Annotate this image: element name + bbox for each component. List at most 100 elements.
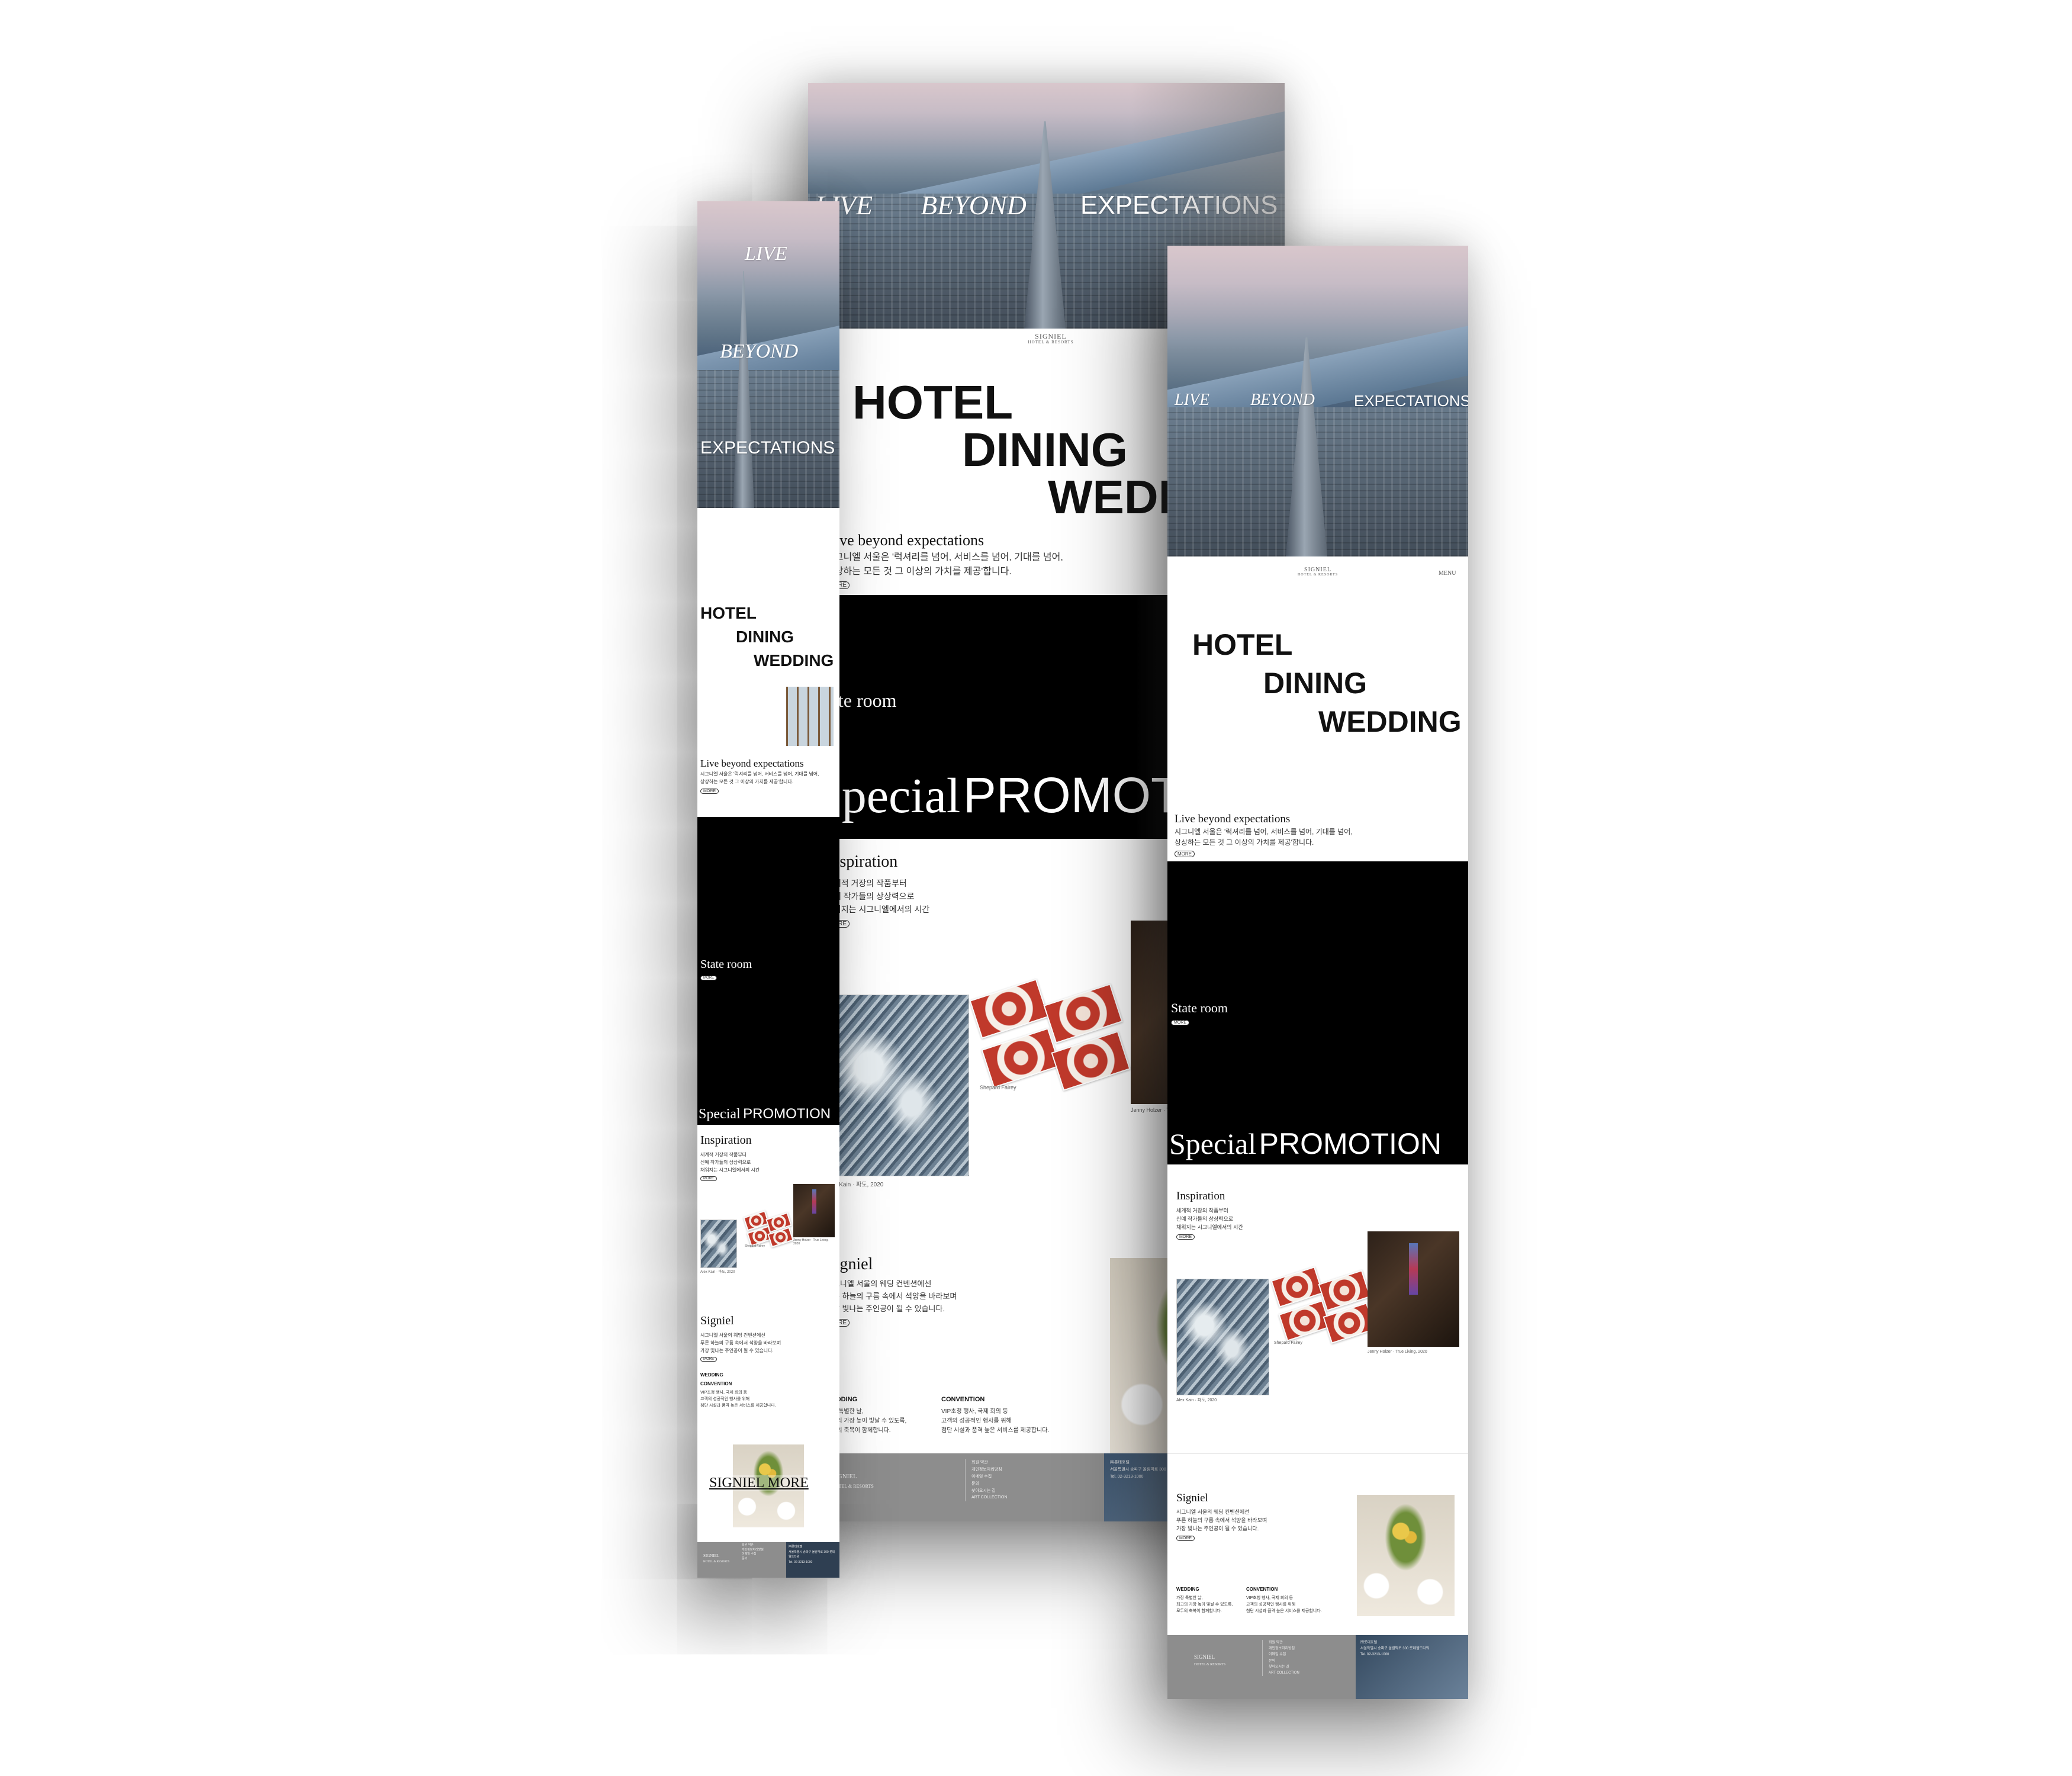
- footer-link[interactable]: 이메일 수집: [1269, 1652, 1299, 1658]
- tablet-signiel-line-3: 가장 빛나는 주인공이 될 수 있습니다.: [1176, 1526, 1259, 1532]
- tablet-state-room-more[interactable]: MORE: [1171, 1020, 1189, 1025]
- mobile-category-hotel[interactable]: HOTEL: [700, 604, 757, 623]
- tablet-inspiration-line-3: 채워지는 시그니엘에서의 시간: [1176, 1224, 1243, 1230]
- mobile-inspiration-more[interactable]: MORE: [700, 1176, 717, 1181]
- footer-link[interactable]: 이메일 수집: [971, 1473, 1007, 1481]
- tablet-convention-line-2: 고객의 성공적인 행사를 위해: [1246, 1603, 1296, 1607]
- tablet-caption-tiles: Shepard Fairey: [1274, 1341, 1302, 1345]
- mobile-category-wedding[interactable]: WEDDING: [754, 651, 834, 670]
- tablet-caption-dark: Jenny Holzer · True Living, 2020: [1368, 1350, 1427, 1354]
- tablet-category-dining[interactable]: DINING: [1263, 666, 1367, 700]
- mobile-signiel-title: Signiel: [700, 1314, 734, 1327]
- footer-link[interactable]: 문의: [1269, 1658, 1299, 1664]
- tablet-logo[interactable]: SIGNIEL HOTEL & RESORTS: [1294, 567, 1341, 577]
- hero-word-beyond: BEYOND: [921, 190, 1027, 220]
- tablet-promotion-banner[interactable]: Special PROMOTION: [1169, 1127, 1442, 1161]
- tablet-state-room-section: State room MORE Special PROMOTION: [1167, 861, 1468, 1164]
- tablet-artwork-wave: [1176, 1279, 1269, 1395]
- mobile-mockup: LIVE BEYOND EXPECTATIONS HOTEL DINING WE…: [697, 201, 839, 1578]
- footer-link[interactable]: 회원 약관: [742, 1543, 764, 1548]
- tablet-signiel-line-2: 푸른 하늘의 구름 속에서 석양을 바라보며: [1176, 1517, 1267, 1523]
- hero-word-expectations: EXPECTATIONS: [1080, 191, 1278, 220]
- tablet-wedding-line-2: 최고의 가장 높이 빛날 수 있도록,: [1176, 1603, 1233, 1607]
- tablet-intro-more[interactable]: MORE: [1175, 851, 1195, 857]
- mobile-caption-dark: Jenny Holzer · True Living, 2020: [793, 1238, 829, 1246]
- tablet-signiel-title: Signiel: [1176, 1492, 1208, 1504]
- menu-button[interactable]: MENU: [1439, 570, 1456, 577]
- footer-link[interactable]: 개인정보처리방침: [971, 1466, 1007, 1473]
- tablet-wedding-line-3: 모두의 축복이 함께합니다.: [1176, 1609, 1222, 1613]
- tablet-wedding-line-1: 가장 특별한 날,: [1176, 1596, 1203, 1600]
- tablet-mockup: LIVE BEYOND EXPECTATIONS SIGNIEL HOTEL &…: [1167, 246, 1468, 1699]
- tablet-footer-logo[interactable]: SIGNIEL HOTEL & RESORTS: [1194, 1653, 1225, 1668]
- tablet-convention-line-3: 첨단 시설과 품격 높은 서비스를 제공합니다.: [1246, 1609, 1322, 1613]
- mobile-footer: SIGNIEL HOTEL & RESORTS 회원 약관 개인정보처리방침 이메…: [697, 1542, 839, 1578]
- tablet-inspiration-more[interactable]: MORE: [1176, 1234, 1195, 1240]
- mobile-convention-line-2: 고객의 성공적인 행사를 위해: [700, 1397, 750, 1401]
- section-divider: [1167, 1453, 1468, 1454]
- mobile-footer-logo[interactable]: SIGNIEL HOTEL & RESORTS: [703, 1553, 729, 1565]
- mobile-hero-live: LIVE: [745, 243, 787, 265]
- tablet-category-wedding[interactable]: WEDDING: [1318, 704, 1462, 739]
- inspiration-line-3: 채워지는 시그니엘에서의 시간: [826, 905, 930, 914]
- mobile-caption-wave: Alex Kain · 파도, 2020: [700, 1270, 735, 1274]
- mobile-inspiration-line-1: 세계적 거장의 작품부터: [700, 1152, 747, 1157]
- footer-link[interactable]: 개인정보처리방침: [742, 1548, 764, 1553]
- mobile-convention-title[interactable]: CONVENTION: [700, 1381, 732, 1386]
- mobile-state-room-more[interactable]: MORE: [700, 976, 717, 980]
- mobile-intro-body-2: 상상하는 모든 것 그 이상의 가치를 제공'합니다.: [700, 779, 793, 784]
- mobile-wedding-title[interactable]: WEDDING: [700, 1372, 723, 1378]
- footer-link[interactable]: 개인정보처리방침: [1269, 1646, 1299, 1652]
- convention-line-1: VIP초청 행사, 국제 회의 등: [941, 1408, 1008, 1415]
- mobile-state-room-title[interactable]: State room: [700, 958, 752, 971]
- mobile-inspiration-line-2: 신예 작가들의 상상력으로: [700, 1160, 751, 1165]
- footer-link[interactable]: 회원 약관: [971, 1459, 1007, 1466]
- artwork-tiles: [969, 979, 1131, 1091]
- tablet-signiel-more[interactable]: MORE: [1176, 1536, 1195, 1541]
- mobile-signiel-line-2: 푸른 하늘의 구름 속에서 석양을 바라보며: [700, 1340, 781, 1346]
- footer-link[interactable]: 이메일 수집: [742, 1552, 764, 1557]
- mobile-footer-links: 회원 약관 개인정보처리방침 이메일 수집 문의: [742, 1543, 764, 1561]
- convention-title[interactable]: CONVENTION: [941, 1396, 984, 1403]
- footer-link[interactable]: 찾아오시는 길: [971, 1488, 1007, 1495]
- footer-link[interactable]: 문의: [971, 1481, 1007, 1488]
- mobile-state-room-section: State room MORE Special PROMOTION: [697, 817, 839, 1125]
- mobile-artwork-dark: [793, 1184, 835, 1237]
- category-dining[interactable]: DINING: [962, 426, 1128, 474]
- tablet-hero-expectations: EXPECTATIONS: [1354, 392, 1468, 410]
- mobile-promotion-banner[interactable]: Special PROMOTION: [699, 1106, 831, 1122]
- signiel-line-3: 가장 빛나는 주인공이 될 수 있습니다.: [826, 1304, 945, 1313]
- footer-link[interactable]: ART COLLECTION: [1269, 1670, 1299, 1676]
- logo[interactable]: SIGNIEL HOTEL & RESORTS: [1027, 332, 1074, 345]
- tablet-caption-wave: Alex Kain · 파도, 2020: [1176, 1398, 1217, 1402]
- tablet-intro-heading: Live beyond expectations: [1175, 813, 1291, 825]
- mobile-convention-line-3: 첨단 시설과 품격 높은 서비스를 제공합니다.: [700, 1404, 776, 1408]
- category-hotel[interactable]: HOTEL: [852, 379, 1013, 426]
- signiel-line-2: 푸른 하늘의 구름 속에서 석양을 바라보며: [826, 1292, 957, 1301]
- mobile-signiel-more[interactable]: MORE: [700, 1357, 717, 1362]
- mobile-hotel-image: [786, 687, 834, 746]
- mobile-caption-tiles: Shepard Fairey: [745, 1244, 765, 1248]
- footer-link[interactable]: 회원 약관: [1269, 1640, 1299, 1646]
- mobile-inspiration-title: Inspiration: [700, 1134, 752, 1147]
- mobile-signiel-line-3: 가장 빛나는 주인공이 될 수 있습니다.: [700, 1348, 774, 1353]
- mobile-hero-image: LIVE BEYOND EXPECTATIONS: [697, 201, 839, 508]
- tablet-footer-info: ㈜롯데호텔 서울특별시 송파구 올림픽로 300 롯데월드타워 Tel. 02-…: [1356, 1635, 1468, 1699]
- tablet-convention-title[interactable]: CONVENTION: [1246, 1587, 1278, 1592]
- mobile-intro-more[interactable]: MORE: [700, 789, 719, 794]
- tablet-intro-body-2: 상상하는 모든 것 그 이상의 가치를 제공'합니다.: [1175, 838, 1314, 847]
- tablet-category-hotel[interactable]: HOTEL: [1192, 628, 1292, 662]
- mobile-intro-heading: Live beyond expectations: [700, 758, 804, 769]
- footer-link[interactable]: 찾아오시는 길: [1269, 1664, 1299, 1670]
- footer-link[interactable]: 문의: [742, 1557, 764, 1562]
- mobile-category-dining[interactable]: DINING: [736, 628, 794, 646]
- mobile-signiel-more-link[interactable]: SIGNIEL MORE: [709, 1475, 809, 1491]
- tablet-state-room-title[interactable]: State room: [1171, 1000, 1228, 1016]
- mobile-hero-beyond: BEYOND: [720, 340, 799, 362]
- mobile-hero-expectations: EXPECTATIONS: [700, 438, 835, 458]
- intro-heading: Live beyond expectations: [826, 532, 984, 549]
- mobile-artwork-wave: [700, 1220, 737, 1268]
- tablet-wedding-title[interactable]: WEDDING: [1176, 1587, 1199, 1592]
- mobile-inspiration-line-3: 채워지는 시그니엘에서의 시간: [700, 1167, 760, 1173]
- footer-link[interactable]: ART COLLECTION: [971, 1494, 1007, 1501]
